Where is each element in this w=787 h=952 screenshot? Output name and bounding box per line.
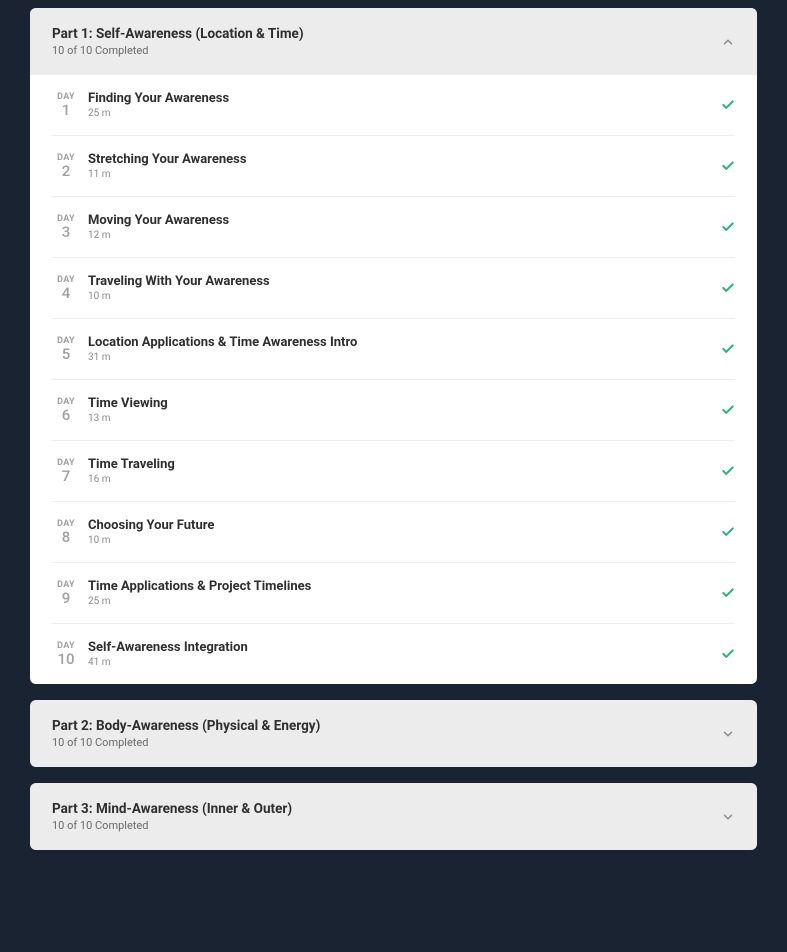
course-section: Part 1: Self-Awareness (Location & Time)… bbox=[30, 8, 757, 684]
section-header-text: Part 3: Mind-Awareness (Inner & Outer) 1… bbox=[52, 801, 292, 832]
lesson-title: Finding Your Awareness bbox=[88, 91, 721, 106]
day-number: 7 bbox=[62, 468, 71, 485]
lesson-content: Self-Awareness Integration 41 m bbox=[88, 640, 721, 668]
lesson-item[interactable]: DAY 7 Time Traveling 16 m bbox=[52, 441, 735, 502]
checkmark-icon bbox=[721, 342, 735, 356]
lesson-item[interactable]: DAY 2 Stretching Your Awareness 11 m bbox=[52, 136, 735, 197]
day-block: DAY 6 bbox=[52, 397, 80, 424]
lesson-duration: 25 m bbox=[88, 108, 721, 119]
section-header[interactable]: Part 3: Mind-Awareness (Inner & Outer) 1… bbox=[30, 783, 757, 850]
day-block: DAY 2 bbox=[52, 153, 80, 180]
lesson-item[interactable]: DAY 3 Moving Your Awareness 12 m bbox=[52, 197, 735, 258]
day-block: DAY 10 bbox=[52, 641, 80, 668]
lesson-duration: 12 m bbox=[88, 230, 721, 241]
lesson-content: Time Viewing 13 m bbox=[88, 396, 721, 424]
lesson-title: Time Viewing bbox=[88, 396, 721, 411]
checkmark-icon bbox=[721, 159, 735, 173]
section-progress: 10 of 10 Completed bbox=[52, 819, 292, 832]
lesson-title: Choosing Your Future bbox=[88, 518, 721, 533]
section-progress: 10 of 10 Completed bbox=[52, 736, 320, 749]
lesson-duration: 11 m bbox=[88, 169, 721, 180]
lesson-content: Time Applications & Project Timelines 25… bbox=[88, 579, 721, 607]
section-title: Part 3: Mind-Awareness (Inner & Outer) bbox=[52, 801, 292, 817]
lesson-item[interactable]: DAY 6 Time Viewing 13 m bbox=[52, 380, 735, 441]
day-number: 2 bbox=[62, 163, 71, 180]
lesson-content: Moving Your Awareness 12 m bbox=[88, 213, 721, 241]
checkmark-icon bbox=[721, 220, 735, 234]
lesson-duration: 41 m bbox=[88, 657, 721, 668]
section-header-text: Part 1: Self-Awareness (Location & Time)… bbox=[52, 26, 304, 57]
lesson-duration: 25 m bbox=[88, 596, 721, 607]
checkmark-icon bbox=[721, 525, 735, 539]
lesson-content: Finding Your Awareness 25 m bbox=[88, 91, 721, 119]
lesson-item[interactable]: DAY 1 Finding Your Awareness 25 m bbox=[52, 75, 735, 136]
section-header[interactable]: Part 1: Self-Awareness (Location & Time)… bbox=[30, 8, 757, 75]
lesson-title: Traveling With Your Awareness bbox=[88, 274, 721, 289]
course-section: Part 2: Body-Awareness (Physical & Energ… bbox=[30, 700, 757, 767]
section-title: Part 1: Self-Awareness (Location & Time) bbox=[52, 26, 304, 42]
day-block: DAY 1 bbox=[52, 92, 80, 119]
section-header-text: Part 2: Body-Awareness (Physical & Energ… bbox=[52, 718, 320, 749]
checkmark-icon bbox=[721, 403, 735, 417]
lesson-duration: 31 m bbox=[88, 352, 721, 363]
lesson-content: Choosing Your Future 10 m bbox=[88, 518, 721, 546]
checkmark-icon bbox=[721, 647, 735, 661]
section-progress: 10 of 10 Completed bbox=[52, 44, 304, 57]
lesson-item[interactable]: DAY 8 Choosing Your Future 10 m bbox=[52, 502, 735, 563]
lesson-item[interactable]: DAY 5 Location Applications & Time Aware… bbox=[52, 319, 735, 380]
section-title: Part 2: Body-Awareness (Physical & Energ… bbox=[52, 718, 320, 734]
chevron-down-icon bbox=[721, 810, 735, 824]
checkmark-icon bbox=[721, 281, 735, 295]
day-block: DAY 7 bbox=[52, 458, 80, 485]
lesson-title: Stretching Your Awareness bbox=[88, 152, 721, 167]
lesson-title: Time Traveling bbox=[88, 457, 721, 472]
lesson-content: Time Traveling 16 m bbox=[88, 457, 721, 485]
lesson-duration: 16 m bbox=[88, 474, 721, 485]
lesson-title: Moving Your Awareness bbox=[88, 213, 721, 228]
checkmark-icon bbox=[721, 98, 735, 112]
day-number: 9 bbox=[62, 590, 71, 607]
checkmark-icon bbox=[721, 464, 735, 478]
lesson-duration: 10 m bbox=[88, 535, 721, 546]
day-number: 10 bbox=[57, 651, 74, 668]
day-number: 8 bbox=[62, 529, 71, 546]
lesson-content: Location Applications & Time Awareness I… bbox=[88, 335, 721, 363]
lesson-duration: 13 m bbox=[88, 413, 721, 424]
day-block: DAY 5 bbox=[52, 336, 80, 363]
day-number: 3 bbox=[62, 224, 71, 241]
chevron-up-icon bbox=[721, 35, 735, 49]
section-header[interactable]: Part 2: Body-Awareness (Physical & Energ… bbox=[30, 700, 757, 767]
lesson-content: Stretching Your Awareness 11 m bbox=[88, 152, 721, 180]
chevron-down-icon bbox=[721, 727, 735, 741]
day-number: 4 bbox=[62, 285, 71, 302]
lesson-duration: 10 m bbox=[88, 291, 721, 302]
day-number: 1 bbox=[62, 102, 71, 119]
day-number: 6 bbox=[62, 407, 71, 424]
lesson-title: Time Applications & Project Timelines bbox=[88, 579, 721, 594]
lesson-item[interactable]: DAY 10 Self-Awareness Integration 41 m bbox=[52, 624, 735, 684]
day-block: DAY 9 bbox=[52, 580, 80, 607]
lesson-title: Location Applications & Time Awareness I… bbox=[88, 335, 721, 350]
day-block: DAY 3 bbox=[52, 214, 80, 241]
lesson-title: Self-Awareness Integration bbox=[88, 640, 721, 655]
lesson-item[interactable]: DAY 9 Time Applications & Project Timeli… bbox=[52, 563, 735, 624]
day-number: 5 bbox=[62, 346, 71, 363]
lesson-list: DAY 1 Finding Your Awareness 25 m DAY 2 … bbox=[30, 75, 757, 684]
course-section: Part 3: Mind-Awareness (Inner & Outer) 1… bbox=[30, 783, 757, 850]
lesson-item[interactable]: DAY 4 Traveling With Your Awareness 10 m bbox=[52, 258, 735, 319]
lesson-content: Traveling With Your Awareness 10 m bbox=[88, 274, 721, 302]
day-block: DAY 8 bbox=[52, 519, 80, 546]
day-block: DAY 4 bbox=[52, 275, 80, 302]
checkmark-icon bbox=[721, 586, 735, 600]
